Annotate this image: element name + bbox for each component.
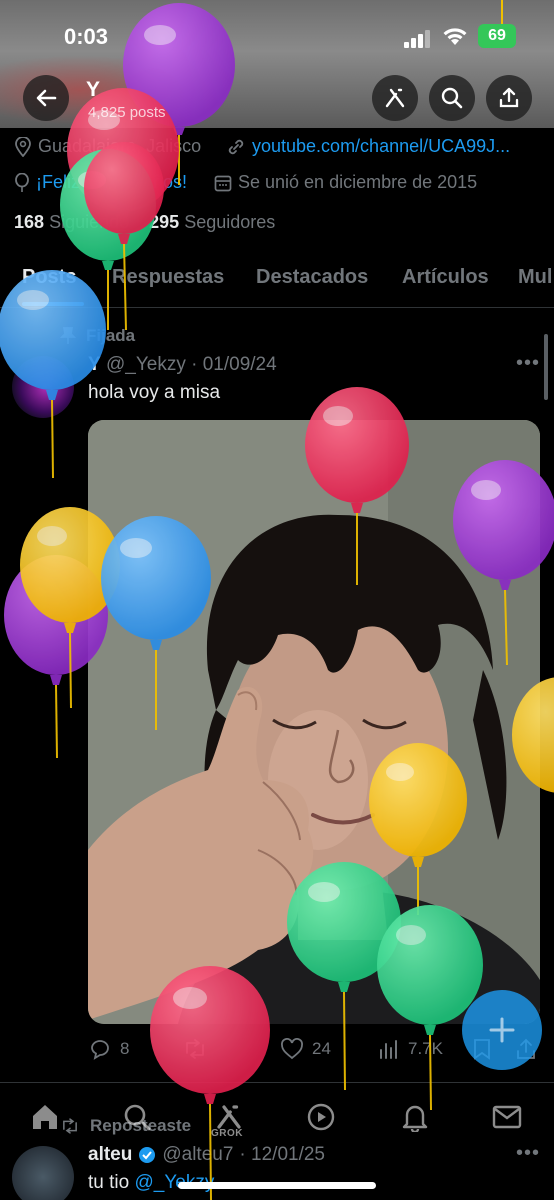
balloon-yellow [512, 677, 554, 793]
status-time: 0:03 [64, 24, 109, 49]
grok-button[interactable] [372, 75, 418, 121]
back-button[interactable] [23, 75, 69, 121]
share-button[interactable] [486, 75, 532, 121]
grok-icon [385, 88, 405, 108]
home-indicator[interactable] [178, 1182, 376, 1189]
posts-count: 4,825 posts [88, 104, 166, 121]
balloon-red [305, 387, 409, 585]
balloon-purple [453, 460, 554, 666]
balloon-blue [101, 516, 211, 730]
search-icon [441, 87, 463, 109]
wifi-icon [443, 28, 467, 45]
balloon-green [377, 905, 483, 1111]
battery-level: 69 [488, 27, 506, 44]
balloon-red [150, 966, 270, 1200]
battery-indicator: 69 [478, 24, 516, 48]
balloon-blue [0, 270, 106, 479]
search-button[interactable] [429, 75, 475, 121]
arrow-left-icon [36, 89, 57, 107]
profile-name: Y [86, 78, 101, 101]
birthday-balloons-overlay [0, 0, 554, 1200]
share-icon [499, 87, 519, 108]
cellular-signal-icon [404, 30, 430, 48]
